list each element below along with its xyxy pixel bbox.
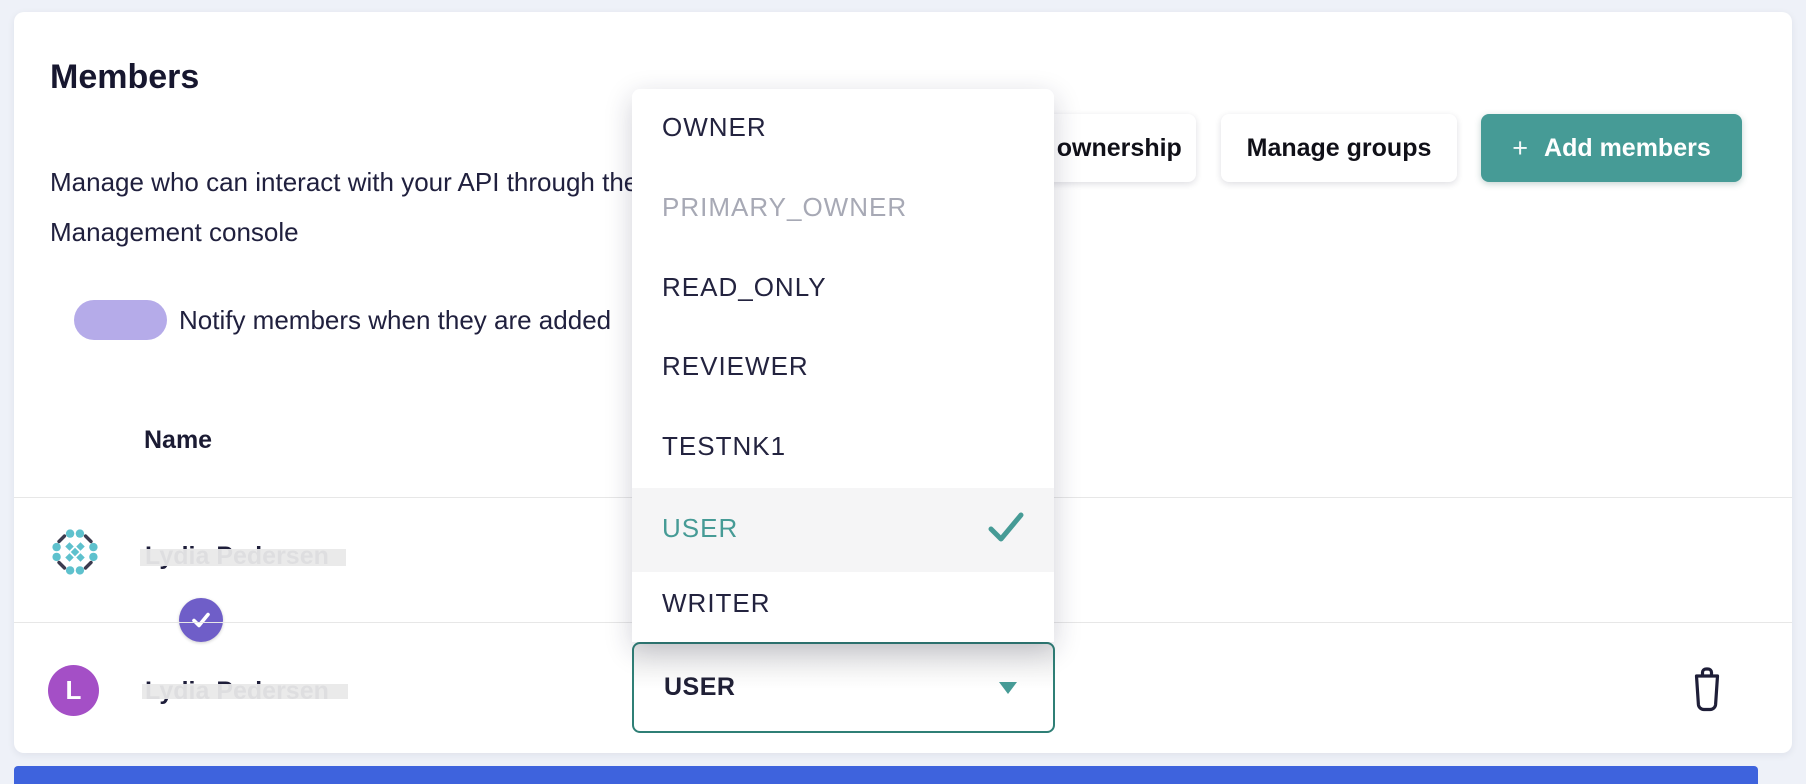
dropdown-item-reviewer[interactable]: REVIEWER — [632, 350, 1054, 382]
dropdown-item-testnk1[interactable]: TESTNK1 — [632, 430, 1054, 462]
plus-icon: + — [1512, 133, 1528, 164]
chevron-down-icon — [999, 682, 1017, 694]
dropdown-item-primary-owner: PRIMARY_OWNER — [632, 191, 1054, 223]
add-members-button[interactable]: + Add members — [1481, 114, 1742, 182]
toggle-thumb — [179, 598, 223, 642]
avatar-letter-text: L — [66, 675, 82, 706]
members-page: Members Manage who can interact with you… — [0, 0, 1806, 784]
notify-toggle-label: Notify members when they are added — [179, 304, 611, 336]
role-select[interactable]: USER — [632, 642, 1055, 733]
dropdown-item-owner[interactable]: OWNER — [632, 111, 1054, 143]
manage-groups-button[interactable]: Manage groups — [1221, 114, 1457, 182]
letter-avatar: L — [48, 665, 99, 716]
dropdown-item-read-only[interactable]: READ_ONLY — [632, 271, 1054, 303]
dots-group-avatar-icon — [51, 528, 99, 576]
check-icon — [189, 608, 213, 632]
page-title: Members — [50, 58, 199, 96]
role-dropdown-menu: OWNER PRIMARY_OWNER READ_ONLY REVIEWER T… — [632, 89, 1054, 642]
notify-toggle[interactable] — [74, 300, 167, 340]
bottom-panel-edge — [14, 766, 1758, 784]
selected-check-icon — [988, 512, 1024, 542]
dropdown-item-writer[interactable]: WRITER — [632, 587, 1054, 619]
page-description: Manage who can interact with your API th… — [50, 157, 686, 257]
role-select-value: USER — [664, 673, 735, 702]
name-redaction-bar — [140, 549, 346, 566]
page-description-line2: Management console — [50, 207, 686, 257]
name-redaction-bar — [142, 684, 348, 699]
name-column-header: Name — [144, 424, 212, 456]
page-description-line1: Manage who can interact with your API th… — [50, 157, 686, 207]
add-members-label: Add members — [1544, 134, 1711, 163]
trash-icon — [1688, 666, 1726, 712]
delete-member-button[interactable] — [1687, 665, 1727, 713]
